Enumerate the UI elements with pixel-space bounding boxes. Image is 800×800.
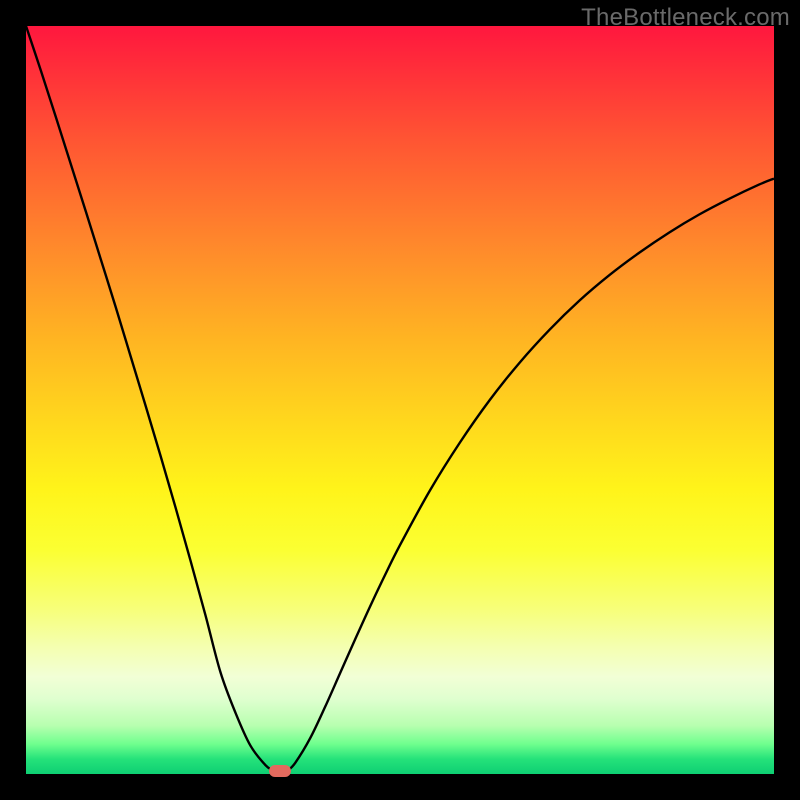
chart-container: TheBottleneck.com <box>0 0 800 800</box>
watermark-text: TheBottleneck.com <box>581 4 790 32</box>
curve-path <box>26 26 774 774</box>
optimal-point-marker <box>269 765 291 777</box>
bottleneck-curve <box>26 26 774 774</box>
plot-area <box>26 26 774 774</box>
